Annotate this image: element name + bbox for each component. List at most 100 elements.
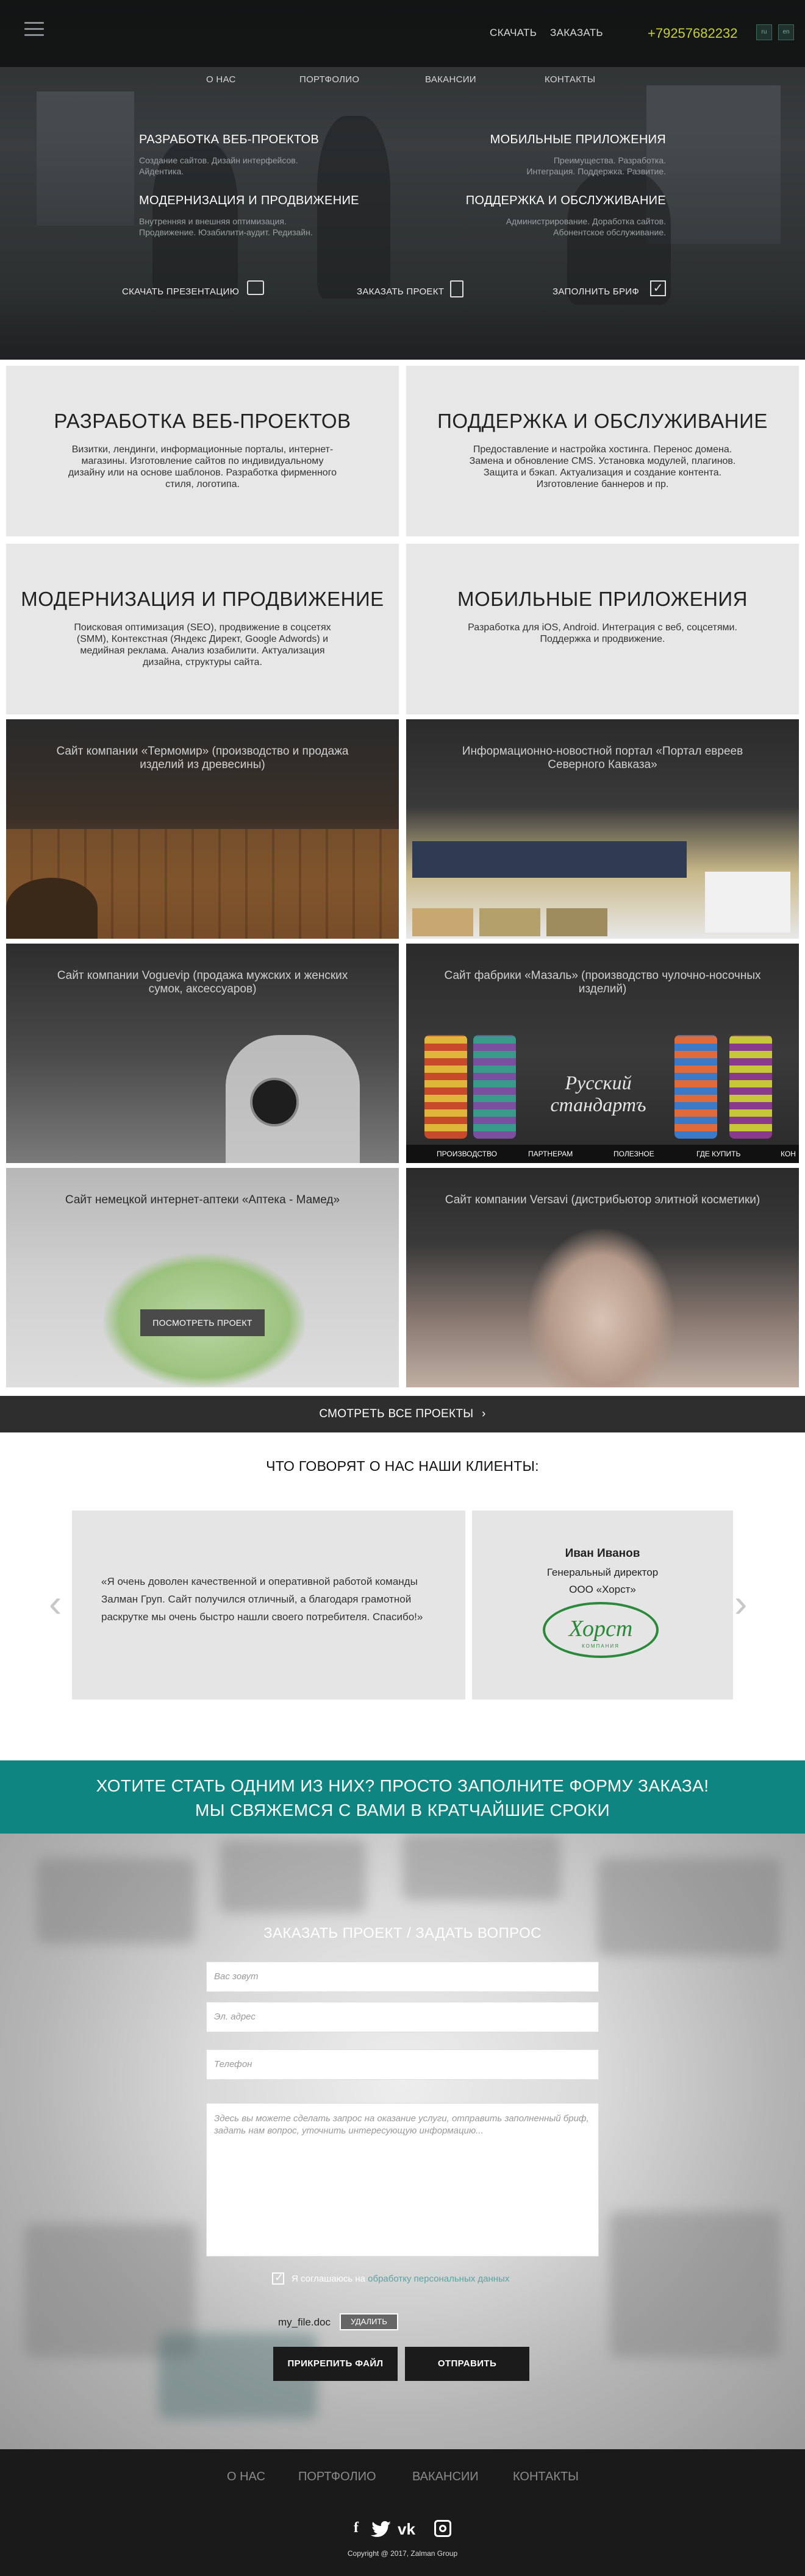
hero-service-mobile-desc: Преимущества. Разработка. [553,155,666,165]
lang-en-button[interactable]: en [778,24,794,40]
consent-label: Я соглашаюсь на обработку персональных д… [292,2274,509,2284]
nav-about[interactable]: О НАС [206,74,236,85]
mazal-menu-item: ПРОИЗВОДСТВО [437,1150,497,1158]
portfolio-item-termomir[interactable]: Сайт компании «Термомир» (производство и… [6,719,399,939]
testimonial-quote: «Я очень доволен качественной и оператив… [101,1576,423,1623]
sock-image [674,1035,717,1139]
portfolio-caption: Сайт компании Versavi (дистрибьютор элит… [445,1194,760,1206]
hero-service-web-title[interactable]: РАЗРАБОТКА ВЕБ-ПРОЕКТОВ [139,133,319,147]
hero-service-support-desc: Абонентское обслуживание. [553,227,666,237]
facebook-icon[interactable]: f [354,2520,359,2536]
message-field[interactable]: Здесь вы можете сделать запрос на оказан… [206,2103,599,2257]
service-tile-mobile[interactable]: МОБИЛЬНЫЕ ПРИЛОЖЕНИЯ Разработка для iOS,… [406,544,799,714]
consent-checkbox[interactable]: ✓ [272,2271,284,2285]
keyboard-bg [402,1834,561,1901]
portfolio-caption: Сайт компании Voguevip (продажа мужских … [57,969,348,995]
all-projects-button[interactable]: СМОТРЕТЬ ВСЕ ПРОЕКТЫ › [0,1396,805,1432]
mazal-menu-item: ПАРТНЕРАМ [528,1150,573,1158]
watch-image [250,1078,299,1126]
chevron-right-icon[interactable]: › [734,1584,747,1623]
nav-contacts[interactable]: КОНТАКТЫ [545,74,595,85]
instagram-icon[interactable] [434,2520,451,2537]
service-tile-text: Визитки, лендинги, информационные портал… [68,444,337,489]
sock-image [729,1035,772,1139]
sock-image [424,1035,467,1139]
phone-number[interactable]: +79257682232 [648,26,737,41]
order-project-link[interactable]: ЗАКАЗАТЬ ПРОЕКТ [357,286,444,297]
fill-brief-link[interactable]: ЗАПОЛНИТЬ БРИФ [553,286,639,297]
chevron-left-icon[interactable]: ‹ [49,1584,62,1623]
checkbox-icon: ✓ [650,280,666,296]
portal-thumb [546,908,607,936]
mazal-menu-bar: ПРОИЗВОДСТВО ПАРТНЕРАМ ПОЛЕЗНОЕ ГДЕ КУПИ… [406,1145,799,1163]
cta-line-1: ХОТИТЕ СТАТЬ ОДНИМ ИЗ НИХ? ПРОСТО ЗАПОЛН… [96,1776,709,1795]
nav-vacancies[interactable]: ВАКАНСИИ [425,74,476,85]
hero-service-mobile-title[interactable]: МОБИЛЬНЫЕ ПРИЛОЖЕНИЯ [490,133,666,147]
hero-service-seo-desc: Внутренняя и внешняя оптимизация. [139,216,287,226]
footer-nav-vacancies[interactable]: ВАКАНСИИ [412,2470,479,2484]
cta-line-2: МЫ СВЯЖЕМСЯ С ВАМИ В КРАТЧАЙШИЕ СРОКИ [195,1801,610,1820]
portfolio-item-portal[interactable]: Информационно-новостной портал «Портал е… [406,719,799,939]
mazal-menu-item: ПОЛЕЗНОЕ [614,1150,654,1158]
service-tile-title: МОБИЛЬНЫЕ ПРИЛОЖЕНИЯ [457,588,748,610]
testimonials-heading: ЧТО ГОВОРЯТ О НАС НАШИ КЛИЕНТЫ: [266,1458,539,1474]
personal-data-link[interactable]: обработку персональных данных [368,2274,509,2284]
portfolio-caption: Сайт компании «Термомир» (производство и… [56,745,349,771]
all-projects-label: СМОТРЕТЬ ВСЕ ПРОЕКТЫ [319,1407,474,1420]
testimonial-author-role: Генеральный директор [546,1567,659,1578]
view-project-button[interactable]: ПОСМОТРЕТЬ ПРОЕКТ [140,1309,265,1336]
testimonial-author-company: ООО «Хорст» [569,1584,636,1595]
copyright: Copyright @ 2017, Zalman Group [347,2549,458,2558]
portal-sidebar [705,872,790,933]
footer: О НАС ПОРТФОЛИО ВАКАНСИИ КОНТАКТЫ f vk C… [0,2449,805,2576]
service-tile-web[interactable]: РАЗРАБОТКА ВЕБ-ПРОЕКТОВ Визитки, лендинг… [6,366,399,536]
hero-service-web-desc: Айдентика. [139,166,184,176]
delete-file-button[interactable]: УДАЛИТЬ [340,2313,398,2330]
mazal-menu-item: ГДЕ КУПИТЬ [696,1150,741,1158]
sock-image [473,1035,516,1139]
menu-icon[interactable] [24,22,44,38]
service-tile-support[interactable]: ПОДДЕРЖКА И ОБСЛУЖИВАНИЕ Предоставление … [406,366,799,536]
portfolio-item-versavi[interactable]: Сайт компании Versavi (дистрибьютор элит… [406,1168,799,1387]
footer-nav-contacts[interactable]: КОНТАКТЫ [513,2470,579,2484]
footer-nav-about[interactable]: О НАС [227,2470,265,2484]
hero-service-support-title[interactable]: ПОДДЕРЖКА И ОБСЛУЖИВАНИЕ [466,194,666,208]
sauna-bucket-image [6,878,98,939]
company-logo-subtext: КОМПАНИЯ [582,1643,620,1649]
vk-icon[interactable]: vk [398,2520,415,2539]
top-bar: СКАЧАТЬ ЗАКАЗАТЬ +79257682232 ru en [0,0,805,67]
portal-thumb [412,908,473,936]
portfolio-item-voguevip[interactable]: Сайт компании Voguevip (продажа мужских … [6,944,399,1163]
portal-banner-image [412,841,687,878]
portfolio-item-mazal[interactable]: Русский стандартъ ПРОИЗВОДСТВО ПАРТНЕРАМ… [406,944,799,1163]
hero-service-seo-desc: Продвижение. Юзабилити-аудит. Редизайн. [139,227,313,237]
footer-nav-portfolio[interactable]: ПОРТФОЛИО [298,2470,376,2484]
keyboard-bg [220,1840,366,1913]
attach-file-button[interactable]: ПРИКРЕПИТЬ ФАЙЛ [273,2347,398,2381]
portfolio-item-apteka[interactable]: Сайт немецкой интернет-аптеки «Аптека - … [6,1168,399,1387]
page: СКАЧАТЬ ЗАКАЗАТЬ +79257682232 ru en О НА… [0,0,805,2576]
mazal-menu-item: КОН [781,1150,796,1158]
twitter-icon[interactable] [371,2521,392,2542]
service-tile-seo[interactable]: МОДЕРНИЗАЦИЯ И ПРОДВИЖЕНИЕ Поисковая опт… [6,544,399,714]
portfolio-caption: Сайт фабрики «Мазаль» (производство чуло… [444,969,761,995]
service-tile-title: РАЗРАБОТКА ВЕБ-ПРОЕКТОВ [54,410,351,432]
download-presentation-link[interactable]: СКАЧАТЬ ПРЕЗЕНТАЦИЮ [122,286,239,297]
company-logo: Хорст КОМПАНИЯ [543,1602,659,1658]
company-logo-text: Хорст [568,1616,633,1642]
nav-portfolio[interactable]: ПОРТФОЛИО [299,74,359,85]
hero-service-support-desc: Администрирование. Доработка сайтов. [506,216,666,226]
download-link[interactable]: СКАЧАТЬ [490,27,537,39]
keyboard-bg [610,2211,781,2358]
portfolio-caption: Информационно-новостной портал «Портал е… [462,745,743,771]
hero-service-seo-title[interactable]: МОДЕРНИЗАЦИЯ И ПРОДВИЖЕНИЕ [139,194,359,208]
email-field[interactable]: Эл. адрес [206,2002,599,2032]
order-link[interactable]: ЗАКАЗАТЬ [550,27,603,39]
phone-field[interactable]: Телефон [206,2049,599,2080]
order-form-section: ЗАКАЗАТЬ ПРОЕКТ / ЗАДАТЬ ВОПРОС Вас зову… [0,1834,805,2449]
name-field[interactable]: Вас зовут [206,1962,599,1992]
submit-button[interactable]: ОТПРАВИТЬ [405,2347,529,2381]
hero-bg-window [37,91,134,226]
consent-text: Я соглашаюсь на [292,2274,365,2284]
lang-ru-button[interactable]: ru [756,24,772,40]
